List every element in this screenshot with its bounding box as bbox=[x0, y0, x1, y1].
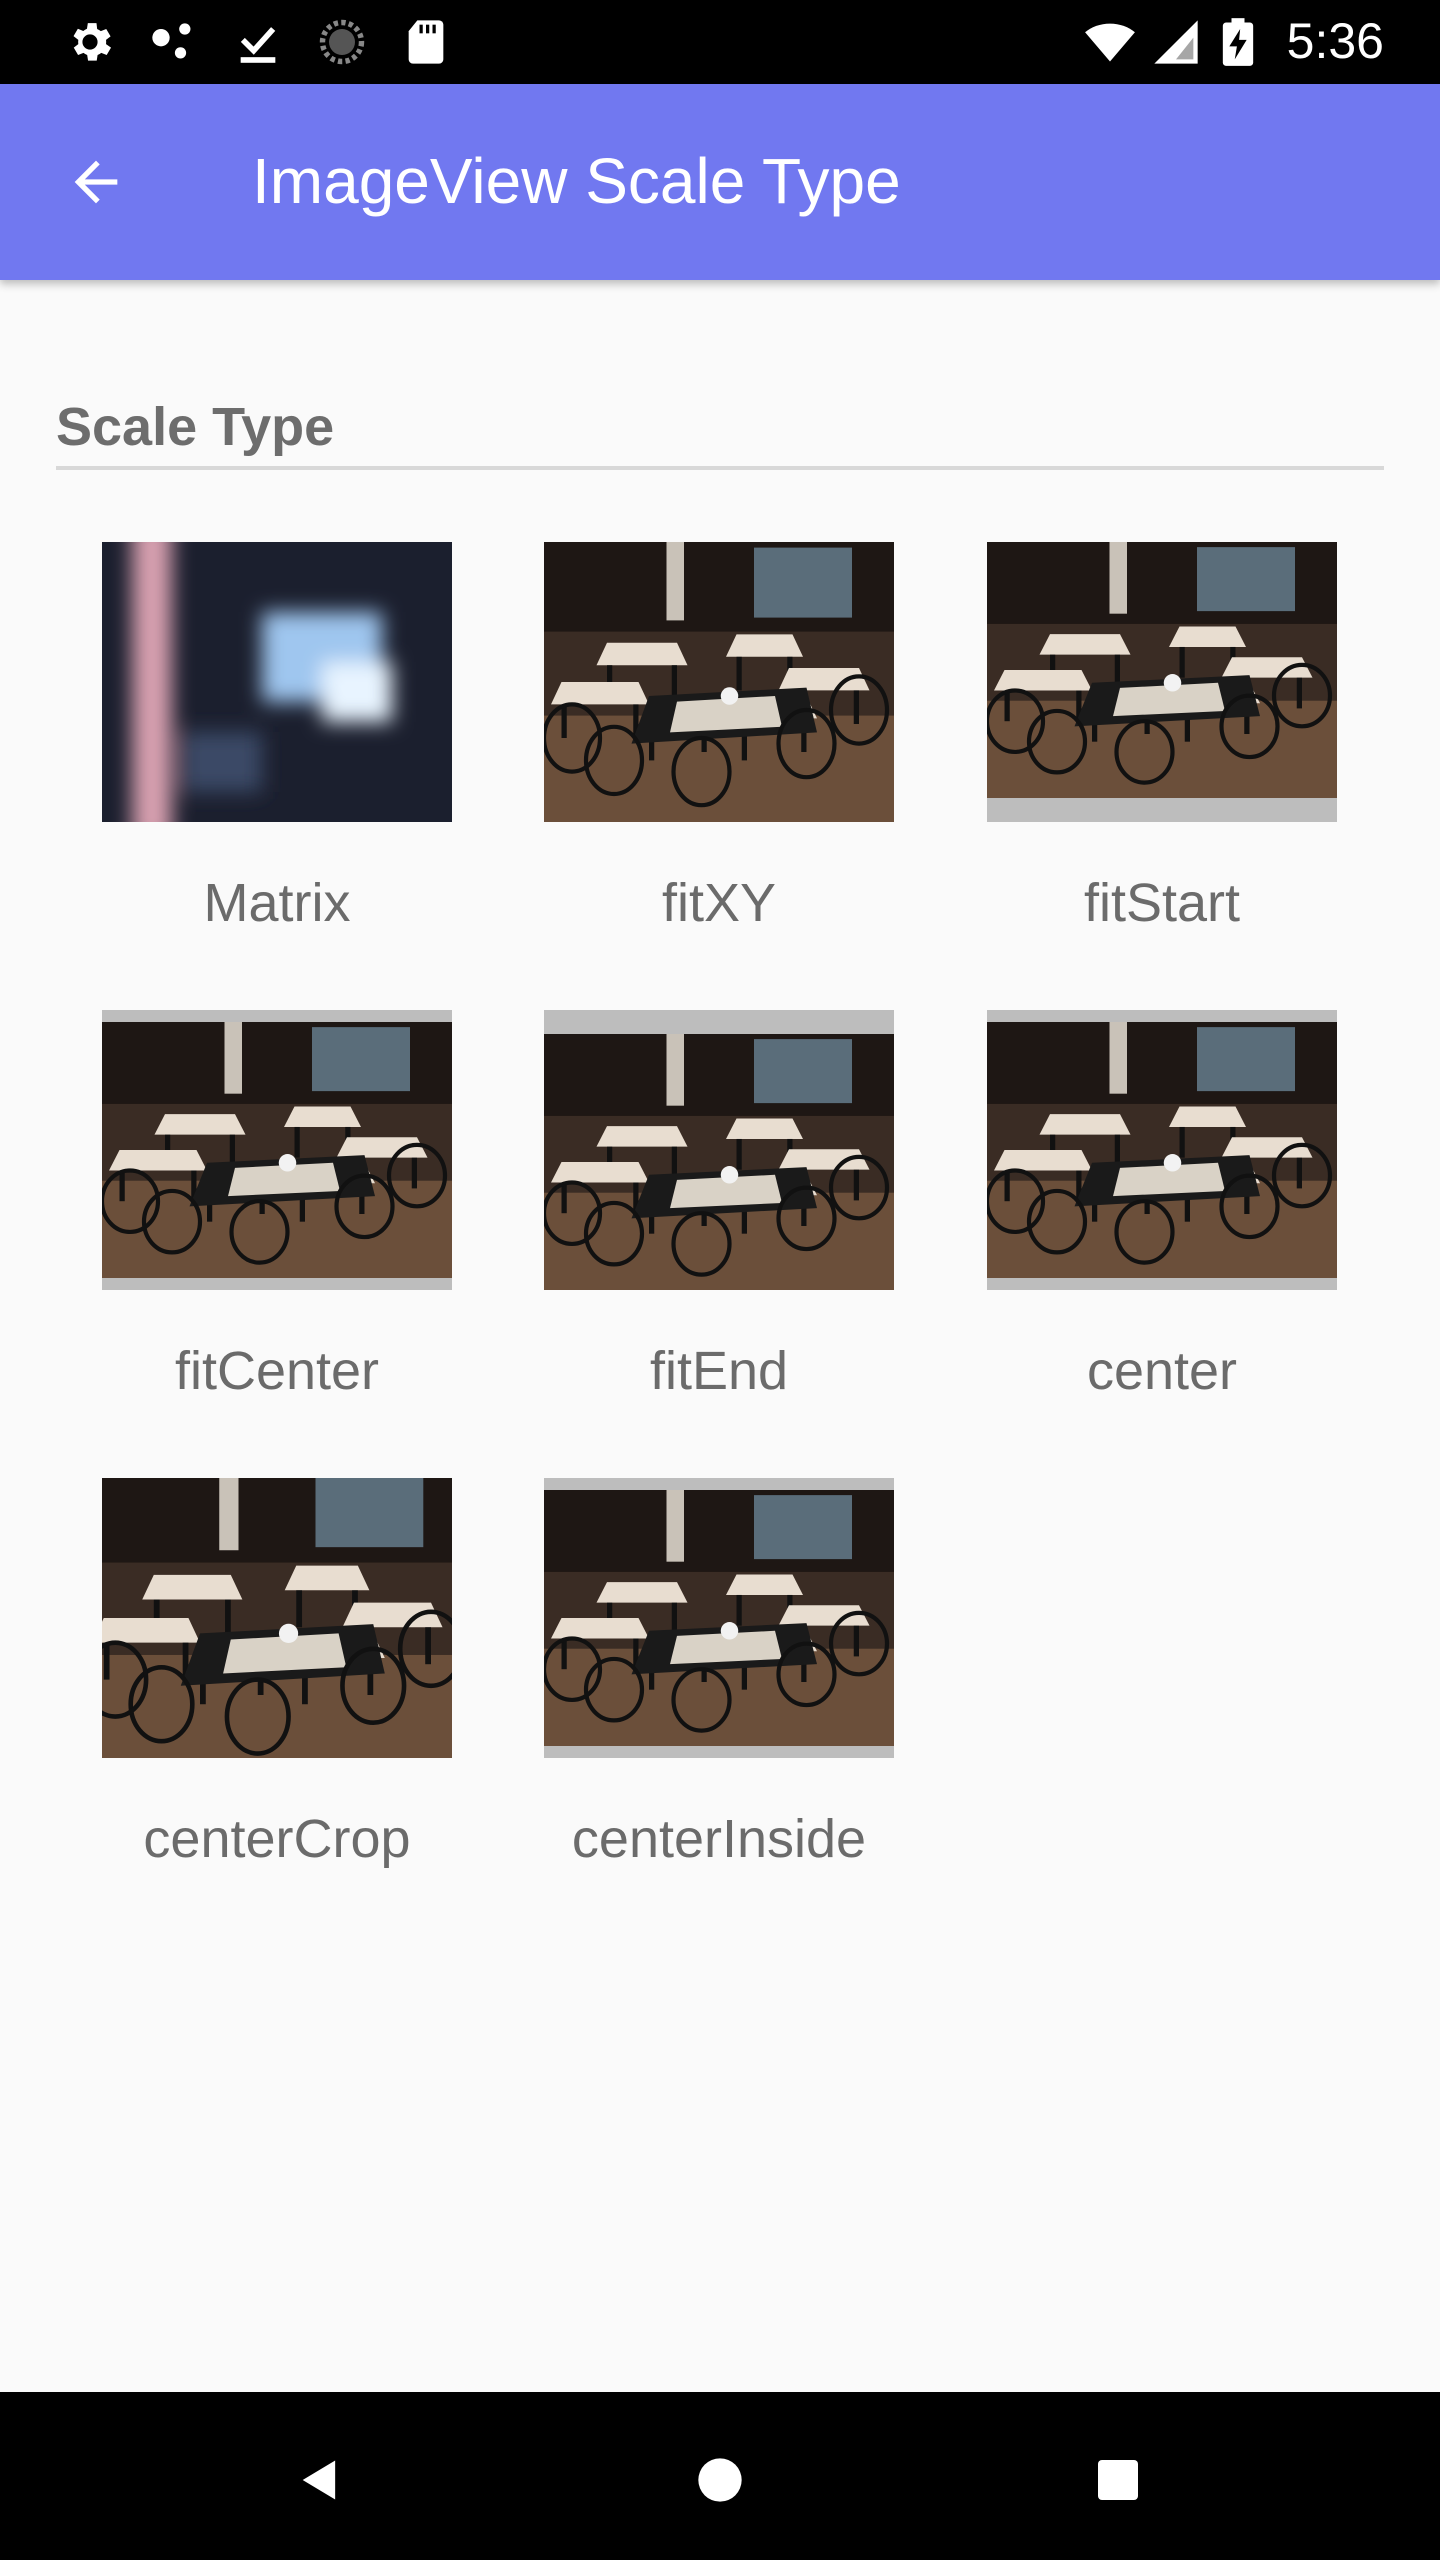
section-title: Scale Type bbox=[56, 397, 335, 457]
wifi-icon bbox=[1085, 23, 1135, 62]
back-triangle-icon bbox=[302, 2460, 336, 2500]
recents-square-icon bbox=[1098, 2460, 1138, 2500]
signal-icon bbox=[1154, 20, 1198, 64]
app-bar: ImageView Scale Type bbox=[0, 84, 1440, 280]
page-title: ImageView Scale Type bbox=[252, 145, 901, 217]
status-time: 5:36 bbox=[1286, 13, 1384, 69]
image-thumbnail bbox=[544, 542, 894, 822]
nav-home-button[interactable] bbox=[672, 2432, 768, 2528]
scale-item-label: fitStart bbox=[1083, 873, 1241, 933]
scale-item-label: Matrix bbox=[203, 873, 351, 933]
nav-back-button[interactable] bbox=[272, 2432, 368, 2528]
image-thumbnail bbox=[102, 542, 452, 822]
image-thumbnail bbox=[987, 1010, 1337, 1290]
scale-item-label: centerInside bbox=[571, 1809, 867, 1869]
image-thumbnail bbox=[102, 1478, 452, 1758]
home-circle-icon bbox=[698, 2458, 742, 2502]
scale-item-label: centerCrop bbox=[143, 1809, 411, 1869]
navigation-bar bbox=[0, 2392, 1440, 2560]
dots-icon bbox=[152, 23, 191, 59]
scale-item-label: fitXY bbox=[661, 873, 777, 933]
battery-charging-icon bbox=[1222, 18, 1254, 66]
image-thumbnail bbox=[102, 1010, 452, 1290]
scale-item-label: fitEnd bbox=[649, 1341, 789, 1401]
arrow-back-icon bbox=[74, 160, 118, 204]
image-thumbnail bbox=[544, 1478, 894, 1758]
gear-icon bbox=[73, 23, 112, 61]
nav-recents-button[interactable] bbox=[1070, 2432, 1166, 2528]
download-done-icon bbox=[240, 27, 276, 63]
loading-circle-icon bbox=[319, 19, 365, 65]
sd-card-icon bbox=[408, 20, 444, 64]
scale-item-label: center bbox=[1086, 1341, 1238, 1401]
image-thumbnail bbox=[544, 1010, 894, 1290]
status-bar: 5:36 bbox=[0, 0, 1440, 84]
back-button[interactable] bbox=[48, 134, 144, 230]
image-thumbnail bbox=[987, 542, 1337, 822]
scale-item-label: fitCenter bbox=[174, 1341, 380, 1401]
section-divider bbox=[56, 466, 1384, 470]
